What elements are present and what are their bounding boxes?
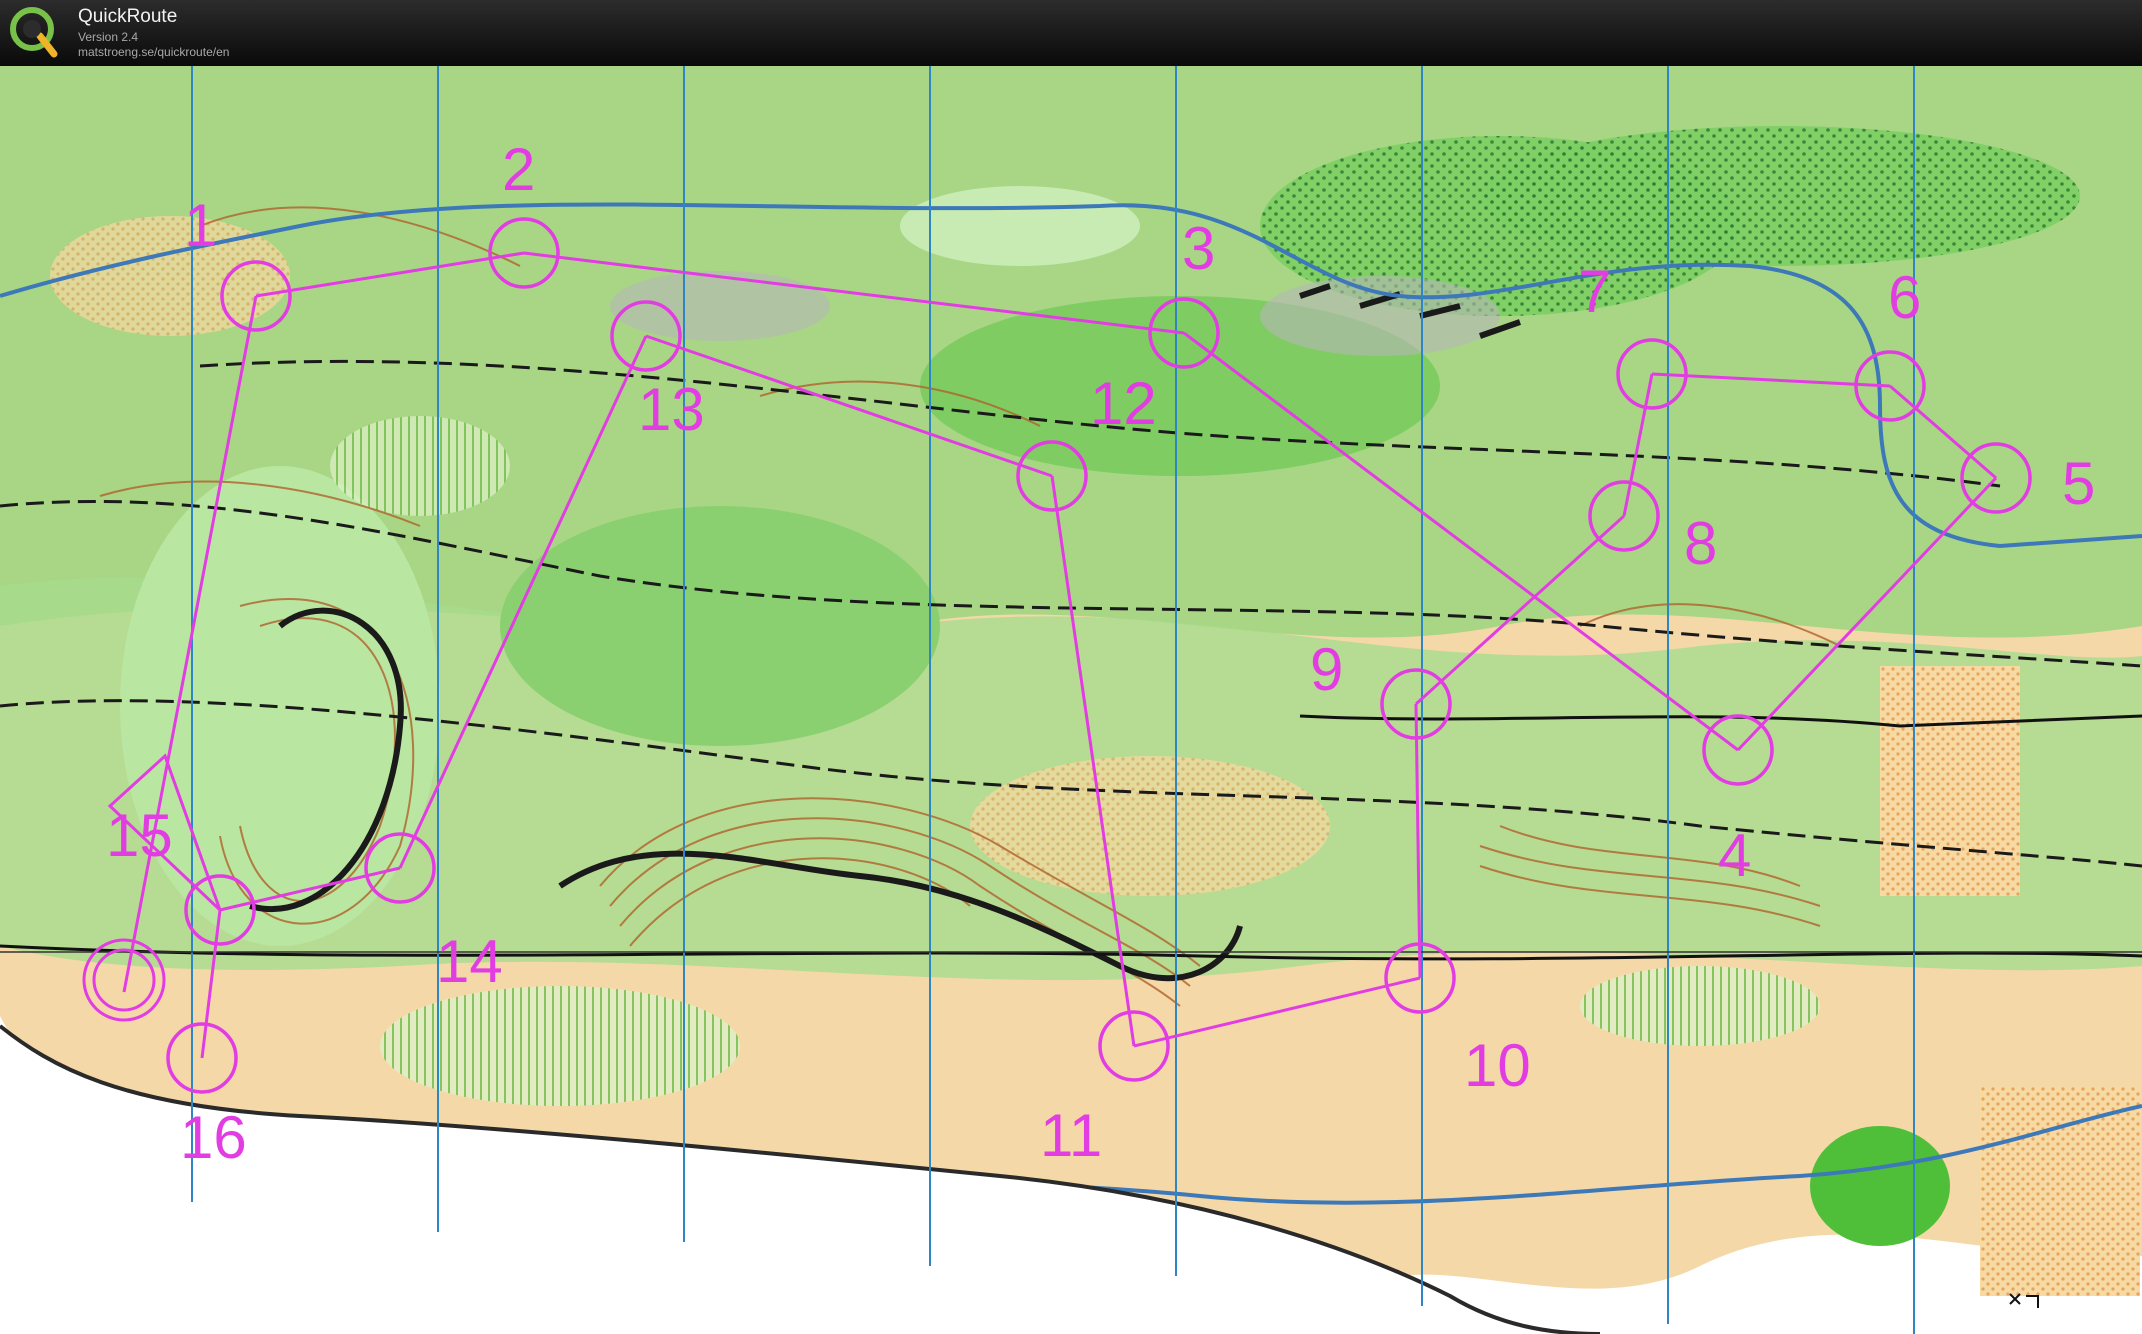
control-number-2: 2 (502, 136, 535, 203)
control-number-10: 10 (1464, 1032, 1531, 1099)
control-number-12: 12 (1090, 370, 1157, 437)
control-number-14: 14 (436, 928, 503, 995)
app-version: Version 2.4 (78, 30, 139, 44)
control-number-9: 9 (1310, 636, 1343, 703)
control-number-5: 5 (2062, 450, 2095, 517)
control-number-13: 13 (638, 376, 705, 443)
control-number-4: 4 (1718, 822, 1751, 889)
control-number-8: 8 (1684, 510, 1717, 577)
control-number-7: 7 (1578, 258, 1611, 325)
control-number-6: 6 (1888, 264, 1921, 331)
control-number-3: 3 (1182, 215, 1215, 282)
app-url[interactable]: matstroeng.se/quickroute/en (78, 45, 229, 59)
app-header: QuickRoute Version 2.4 matstroeng.se/qui… (0, 0, 2142, 67)
map-canvas[interactable]: 1 2 3 4 5 6 7 8 9 10 11 12 13 14 15 16 (0, 66, 2142, 1334)
orienteering-map[interactable]: 1 2 3 4 5 6 7 8 9 10 11 12 13 14 15 16 (0, 66, 2142, 1334)
quickroute-logo-icon (10, 7, 58, 58)
control-number-11: 11 (1040, 1102, 1102, 1169)
cursor-icon (2009, 1293, 2039, 1308)
app-title: QuickRoute (78, 6, 178, 27)
control-number-16: 16 (180, 1104, 247, 1171)
control-number-15: 15 (106, 802, 173, 869)
control-number-1: 1 (184, 192, 217, 259)
